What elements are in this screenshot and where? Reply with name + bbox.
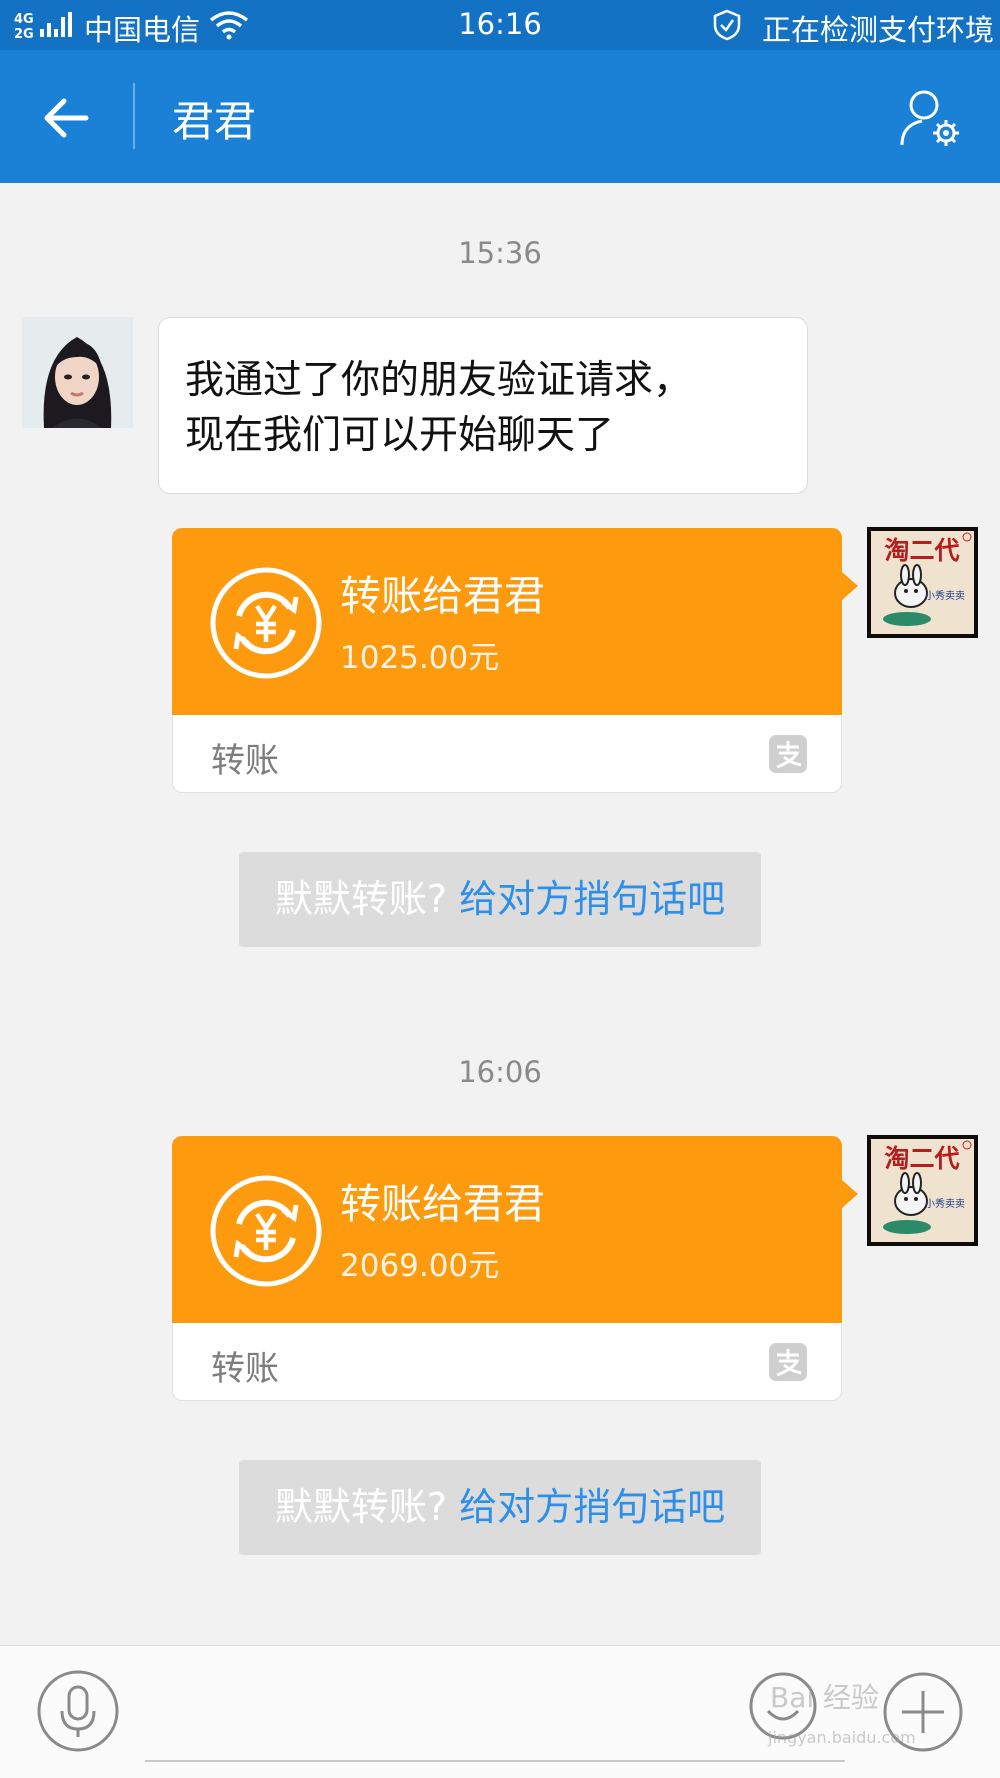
hint-text: 默默转账?	[274, 1485, 448, 1529]
transfer-card-header: 转账给君君 2069.00元	[172, 1136, 858, 1323]
bubble-tail	[842, 572, 858, 600]
transfer-title: 转账给君君	[340, 1180, 545, 1228]
message-input[interactable]	[145, 1760, 845, 1762]
leave-message-link[interactable]: 给对方捎句话吧	[459, 877, 725, 921]
leave-message-hint: 默默转账? 给对方捎句话吧	[239, 852, 761, 947]
contact-photo	[22, 317, 133, 428]
yuan-transfer-icon	[210, 567, 322, 679]
payment-security-status: 正在检测支付环境	[761, 13, 994, 47]
header-divider	[133, 83, 135, 149]
chat-timestamp: 16:06	[458, 1055, 542, 1089]
logo-text: 淘二代	[884, 1144, 959, 1173]
incoming-message-bubble[interactable]: 我通过了你的朋友验证请求， 现在我们可以开始聊天了	[158, 317, 808, 494]
shield-icon	[713, 9, 741, 41]
transfer-card-footer: 转账	[173, 715, 841, 793]
alipay-icon	[769, 1343, 807, 1381]
my-avatar[interactable]: 淘二代 小秀卖卖	[867, 527, 978, 638]
yuan-transfer-icon	[210, 1175, 322, 1287]
leave-message-hint: 默默转账? 给对方捎句话吧	[239, 1460, 761, 1555]
leave-message-link[interactable]: 给对方捎句话吧	[459, 1485, 725, 1529]
transfer-card-footer: 转账	[173, 1323, 841, 1401]
logo-subtext: 小秀卖卖	[925, 590, 965, 602]
chat-timestamp: 15:36	[458, 236, 542, 270]
message-line: 我通过了你的朋友验证请求，	[185, 358, 693, 403]
message-input-bar: Bai 经验 jingyan.baidu.com	[0, 1645, 1000, 1778]
chat-title: 君君	[172, 97, 257, 146]
my-avatar[interactable]: 淘二代 小秀卖卖	[867, 1135, 978, 1246]
person-gear-icon[interactable]	[898, 85, 964, 151]
transfer-title: 转账给君君	[340, 572, 545, 620]
baidu-watermark-url: jingyan.baidu.com	[768, 1728, 916, 1747]
taoerdai-logo: 淘二代 小秀卖卖	[867, 527, 978, 638]
transfer-card[interactable]: 转账给君君 2069.00元 转账	[172, 1136, 858, 1401]
logo-text: 淘二代	[884, 536, 959, 565]
baidu-watermark: Bai 经验	[770, 1681, 880, 1714]
microphone-icon[interactable]	[36, 1669, 120, 1753]
contact-avatar[interactable]	[22, 317, 133, 428]
transfer-card[interactable]: 转账给君君 1025.00元 转账	[172, 528, 858, 793]
arrow-left-icon[interactable]	[38, 90, 94, 146]
status-bar: 4G 2G 中国电信 16:16 正在检测支付环境	[0, 0, 1000, 50]
transfer-label: 转账	[211, 1349, 279, 1389]
chat-header: 君君	[0, 50, 1000, 183]
taoerdai-logo: 淘二代 小秀卖卖	[867, 1135, 978, 1246]
alipay-icon	[769, 735, 807, 773]
transfer-amount: 2069.00元	[340, 1248, 500, 1284]
transfer-card-header: 转账给君君 1025.00元	[172, 528, 858, 715]
transfer-amount: 1025.00元	[340, 640, 500, 676]
bubble-tail	[842, 1180, 858, 1208]
message-line: 现在我们可以开始聊天了	[185, 413, 615, 458]
logo-subtext: 小秀卖卖	[925, 1198, 965, 1210]
hint-text: 默默转账?	[274, 877, 448, 921]
transfer-label: 转账	[211, 741, 279, 781]
